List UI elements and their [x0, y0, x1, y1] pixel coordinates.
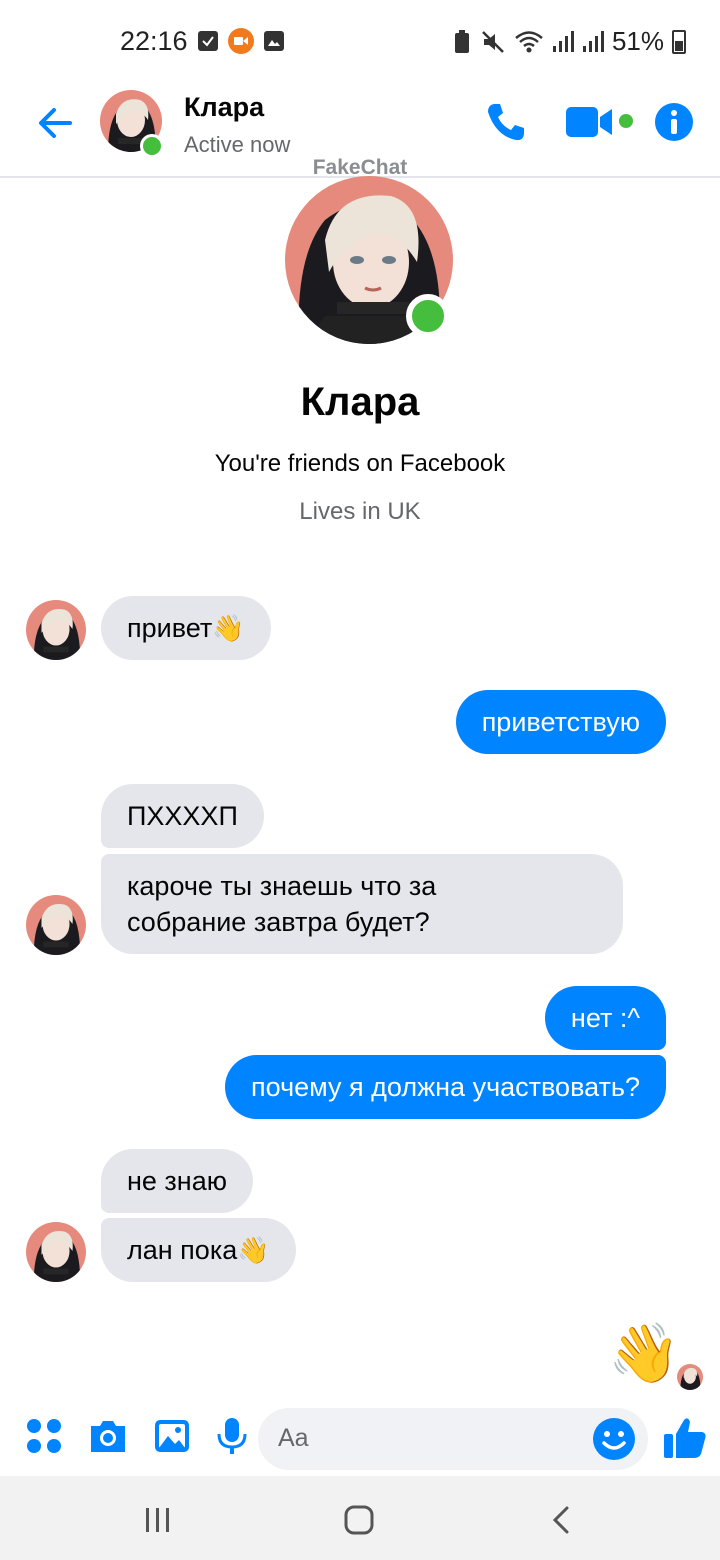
phone-call-icon[interactable]: [484, 100, 528, 144]
microphone-icon[interactable]: [212, 1416, 252, 1456]
message-text-line-2: собрание завтра будет?: [127, 907, 430, 937]
message-text: почему я должна участвовать?: [251, 1072, 640, 1102]
status-time: 22:16: [120, 26, 188, 56]
camera-icon[interactable]: [88, 1416, 128, 1456]
status-bar: 22:16 51%: [0, 0, 720, 80]
seen-receipt-avatar: [677, 1364, 703, 1390]
recent-apps-icon[interactable]: [142, 1504, 174, 1536]
message-text-line-1: кароче ты знаешь что за: [127, 871, 437, 901]
input-placeholder: Aa: [278, 1424, 309, 1452]
status-notification-icons: [198, 28, 284, 54]
sender-avatar[interactable]: [26, 895, 86, 955]
wifi-icon: [515, 30, 543, 52]
video-call-icon[interactable]: [566, 104, 614, 140]
home-icon[interactable]: [343, 1504, 375, 1536]
message-bubble-outgoing[interactable]: почему я должна участвовать?: [225, 1055, 666, 1119]
emoji-icon[interactable]: [592, 1417, 636, 1461]
message-composer: Aa: [0, 1400, 720, 1476]
menu-dots-icon[interactable]: [24, 1416, 64, 1456]
back-nav-icon[interactable]: [545, 1504, 577, 1536]
message-text: не знаю: [127, 1166, 227, 1196]
waving-hand-emoji: 👋: [237, 1235, 270, 1265]
message-text: приветствую: [481, 707, 640, 737]
message-bubble-incoming[interactable]: кароче ты знаешь что за собрание завтра …: [101, 854, 623, 954]
signal-icon-2: [582, 30, 604, 52]
battery-percent: 51%: [611, 26, 664, 56]
screen-recorder-icon: [228, 28, 254, 54]
message-bubble-incoming[interactable]: лан пока👋: [101, 1218, 296, 1282]
status-system-icons: 51%: [452, 26, 686, 57]
mute-icon: [482, 30, 504, 53]
message-bubble-incoming[interactable]: ПХХХХП: [101, 784, 264, 848]
message-text: ПХХХХП: [127, 801, 238, 831]
battery-icon: [672, 29, 686, 54]
message-text: нет :^: [570, 1003, 640, 1033]
big-waving-hand-emoji[interactable]: 👋: [608, 1322, 680, 1386]
sender-avatar[interactable]: [26, 1222, 86, 1282]
video-active-dot: [619, 114, 633, 128]
profile-online-indicator: [406, 294, 450, 338]
signal-icon: [552, 30, 574, 52]
contact-name[interactable]: Клара: [184, 92, 264, 123]
back-arrow-icon[interactable]: [32, 100, 78, 146]
active-status: Active now: [184, 132, 291, 157]
profile-location: Lives in UK: [299, 498, 421, 525]
battery-saver-icon: [454, 29, 469, 53]
profile-name: Клара: [300, 380, 420, 424]
gallery-notification-icon: [264, 31, 284, 51]
waving-hand-emoji: 👋: [212, 613, 245, 643]
message-bubble-incoming[interactable]: не знаю: [101, 1149, 253, 1213]
friends-status: You're friends on Facebook: [214, 450, 506, 477]
system-navigation-bar: [0, 1476, 720, 1560]
message-bubble-incoming[interactable]: привет👋: [101, 596, 271, 660]
info-icon[interactable]: [654, 102, 694, 142]
message-text: лан пока: [127, 1235, 238, 1265]
message-input[interactable]: Aa: [258, 1408, 648, 1470]
sender-avatar[interactable]: [26, 600, 86, 660]
online-indicator: [140, 134, 164, 158]
gallery-icon[interactable]: [152, 1416, 192, 1456]
message-text: привет: [127, 613, 213, 643]
checkbox-notification-icon: [198, 31, 218, 51]
thumbs-up-icon[interactable]: [662, 1414, 708, 1460]
message-bubble-outgoing[interactable]: приветствую: [455, 690, 666, 754]
message-bubble-outgoing[interactable]: нет :^: [544, 986, 666, 1050]
